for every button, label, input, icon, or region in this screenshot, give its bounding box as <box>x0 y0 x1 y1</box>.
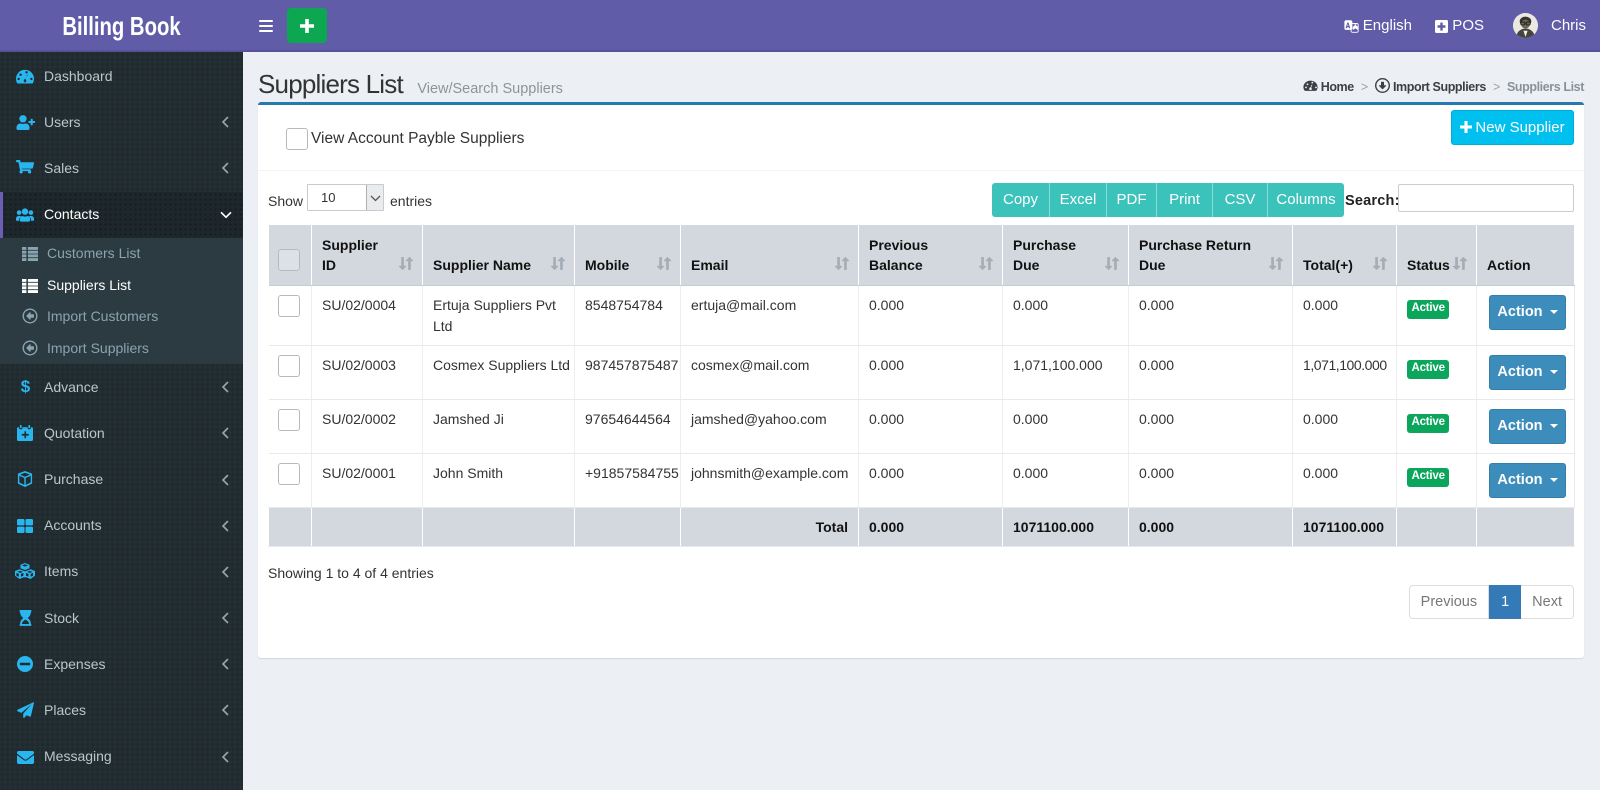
svg-text:$: $ <box>20 377 30 395</box>
